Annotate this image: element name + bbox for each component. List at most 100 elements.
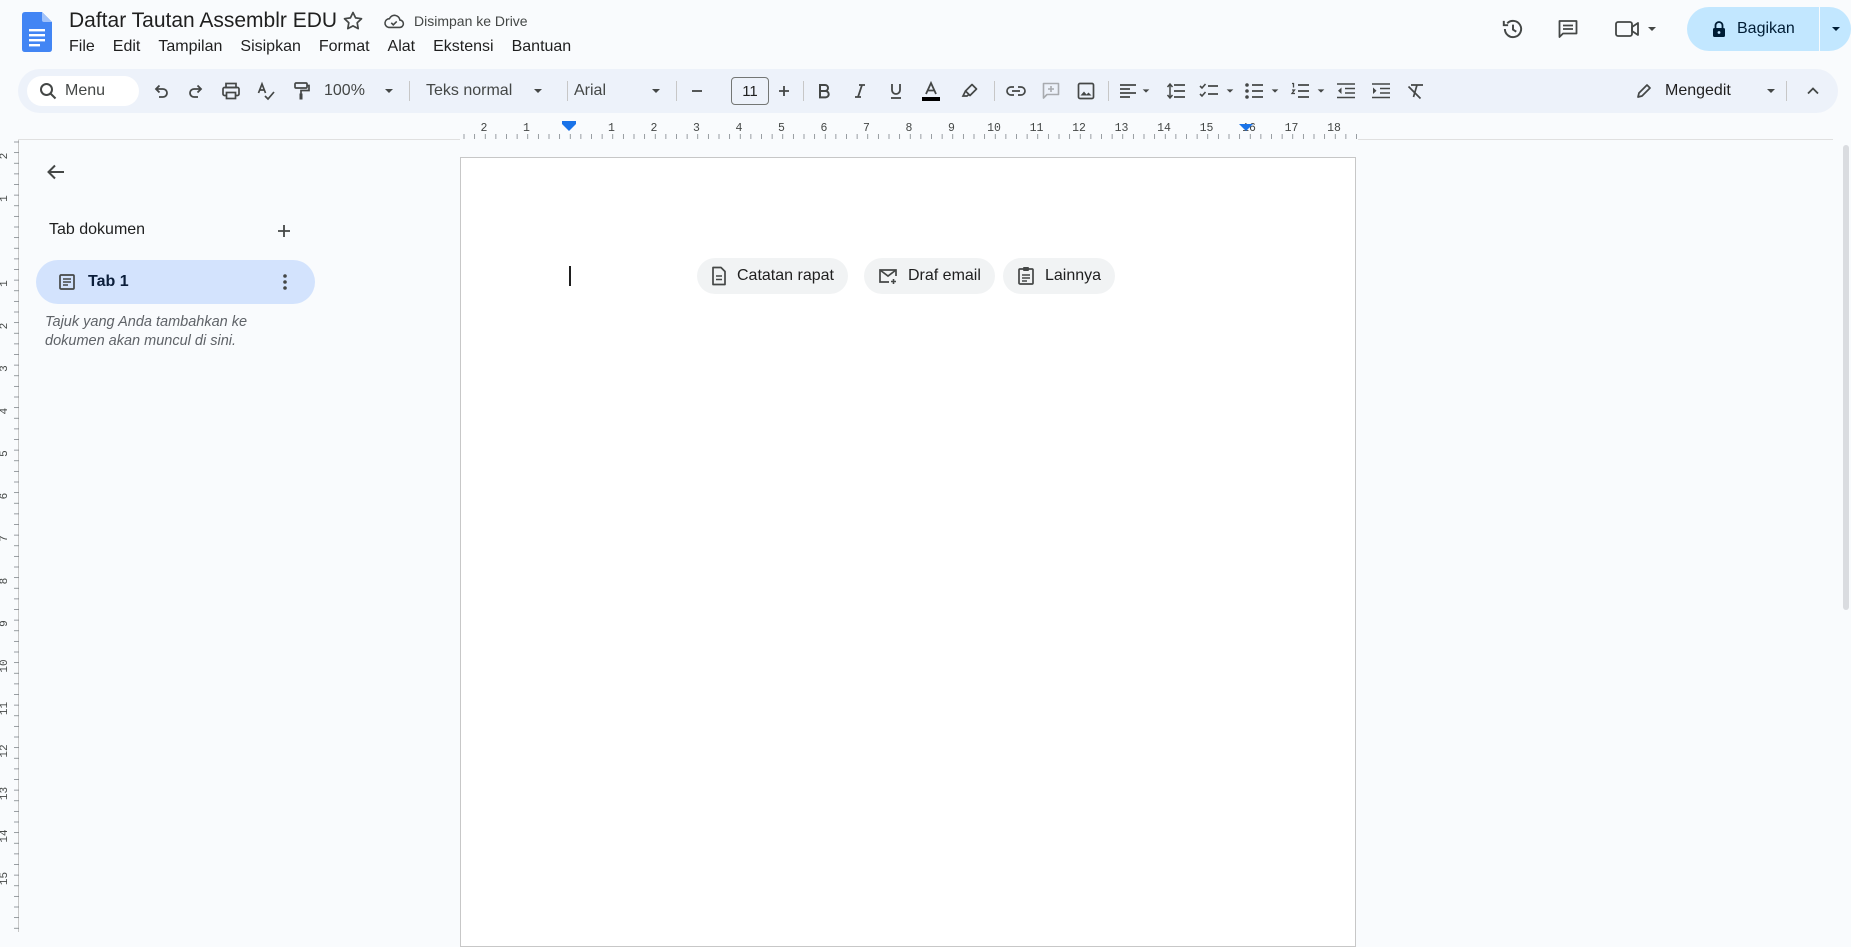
meet-button[interactable]	[1608, 9, 1664, 49]
menu-view[interactable]: Tampilan	[149, 38, 231, 56]
ruler-label: 15	[1200, 122, 1214, 135]
spellcheck-icon	[257, 81, 275, 101]
ruler-label: 4	[736, 122, 743, 135]
hide-menus-button[interactable]	[1798, 77, 1828, 105]
ruler-label: 3	[0, 365, 11, 372]
chevron-down-icon	[1831, 27, 1840, 31]
print-icon	[222, 82, 240, 100]
vertical-ruler[interactable]: 21123456789101112131415	[0, 140, 20, 932]
add-comment-button[interactable]	[1036, 77, 1066, 105]
insert-link-button[interactable]	[1001, 77, 1031, 105]
insert-image-button[interactable]	[1071, 77, 1101, 105]
document-icon	[59, 274, 75, 290]
document-tabs-heading: Tab dokumen	[49, 221, 146, 238]
horizontal-ruler[interactable]: 2 1 1 2 3 4 5 6 7 8 9 10 11 12 13 14 15 16 17 18	[460, 118, 1358, 140]
chevron-down-icon	[1226, 89, 1234, 93]
ruler-label: 13	[1115, 122, 1129, 135]
numbered-list-select[interactable]	[1286, 77, 1330, 105]
ruler-label: 18	[1327, 122, 1341, 135]
ruler-label: 11	[0, 702, 11, 716]
spellcheck-button[interactable]	[251, 77, 281, 105]
tab-item-1[interactable]: Tab 1	[36, 260, 315, 304]
email-icon	[879, 269, 897, 284]
scrollbar-thumb[interactable]	[1843, 145, 1849, 610]
pencil-icon	[1637, 84, 1651, 98]
meeting-notes-chip[interactable]: Catatan rapat	[697, 258, 848, 294]
document-title[interactable]: Daftar Tautan Assemblr EDU	[69, 9, 337, 33]
chevron-down-icon	[1648, 27, 1656, 31]
paragraph-style-value: Teks normal	[426, 82, 513, 99]
cloud-done-icon[interactable]	[383, 11, 405, 31]
clear-formatting-button[interactable]	[1401, 77, 1431, 105]
add-tab-button[interactable]	[270, 217, 298, 245]
share-options-button[interactable]	[1820, 7, 1851, 51]
more-templates-chip[interactable]: Lainnya	[1003, 258, 1116, 294]
font-family-select[interactable]: Arial	[574, 77, 684, 105]
ruler-label: 1	[0, 280, 11, 287]
paint-format-icon	[294, 82, 310, 100]
ruler-label: 11	[1030, 122, 1044, 135]
line-spacing-button[interactable]	[1161, 77, 1191, 105]
add-comment-icon	[1042, 82, 1060, 99]
zoom-value: 100%	[324, 82, 365, 99]
ruler-label: 1	[523, 122, 530, 135]
menu-search-label: Menu	[65, 82, 106, 99]
print-button[interactable]	[216, 77, 246, 105]
underline-icon	[891, 84, 901, 99]
star-icon[interactable]	[341, 9, 365, 33]
tab-item-label: Tab 1	[88, 273, 129, 290]
menu-help[interactable]: Bantuan	[503, 38, 581, 56]
bulleted-list-select[interactable]	[1240, 77, 1284, 105]
menu-insert[interactable]: Sisipkan	[231, 38, 309, 56]
undo-button[interactable]	[146, 77, 176, 105]
menu-tools[interactable]: Alat	[379, 38, 425, 56]
chevron-down-icon	[1271, 89, 1279, 93]
increase-indent-button[interactable]	[1366, 77, 1396, 105]
first-line-indent-marker[interactable]	[562, 121, 576, 124]
decrease-indent-icon	[1337, 83, 1355, 99]
comments-button[interactable]	[1548, 9, 1588, 49]
align-select[interactable]	[1114, 77, 1156, 105]
clear-formatting-icon	[1407, 84, 1423, 100]
paragraph-style-select[interactable]: Teks normal	[426, 77, 562, 105]
menu-file[interactable]: File	[60, 38, 104, 56]
undo-icon	[154, 84, 168, 98]
decrease-indent-button[interactable]	[1331, 77, 1361, 105]
highlight-color-button[interactable]	[955, 77, 985, 105]
ruler-label: 2	[481, 122, 488, 135]
checklist-select[interactable]	[1195, 77, 1239, 105]
text-color-button[interactable]	[916, 77, 946, 105]
menu-extensions[interactable]: Ekstensi	[424, 38, 502, 56]
ruler-label: 3	[693, 122, 700, 135]
toolbar-divider	[676, 81, 677, 101]
close-outline-button[interactable]	[40, 156, 72, 188]
email-draft-chip[interactable]: Draf email	[864, 258, 995, 294]
search-icon	[40, 83, 57, 100]
underline-button[interactable]	[881, 77, 911, 105]
font-size-input[interactable]: 11	[731, 77, 769, 105]
ruler-label: 9	[0, 620, 11, 627]
chevron-down-icon	[1142, 89, 1150, 93]
zoom-select[interactable]: 100%	[324, 77, 400, 105]
text-color-icon	[922, 80, 940, 101]
decrease-font-size-button[interactable]	[684, 77, 710, 105]
version-history-button[interactable]	[1493, 9, 1533, 49]
increase-font-size-button[interactable]	[771, 77, 797, 105]
redo-button[interactable]	[181, 77, 211, 105]
menu-search[interactable]: Menu	[27, 76, 139, 106]
more-vert-icon[interactable]	[275, 272, 295, 292]
bold-button[interactable]	[809, 77, 839, 105]
ruler-label: 12	[0, 744, 11, 757]
menu-edit[interactable]: Edit	[104, 38, 150, 56]
ruler-label: 2	[651, 122, 658, 135]
top-bar: Daftar Tautan Assemblr EDU Disimpan ke D…	[0, 0, 1851, 62]
save-status[interactable]: Disimpan ke Drive	[414, 13, 528, 29]
italic-button[interactable]	[845, 77, 875, 105]
share-button[interactable]: Bagikan	[1687, 7, 1819, 51]
paint-format-button[interactable]	[286, 77, 316, 105]
ruler-label: 1	[0, 195, 11, 202]
menu-format[interactable]: Format	[310, 38, 379, 56]
editing-mode-select[interactable]: Mengedit	[1623, 75, 1793, 107]
google-docs-logo-icon[interactable]	[22, 12, 52, 52]
toolbar-divider	[567, 81, 568, 101]
